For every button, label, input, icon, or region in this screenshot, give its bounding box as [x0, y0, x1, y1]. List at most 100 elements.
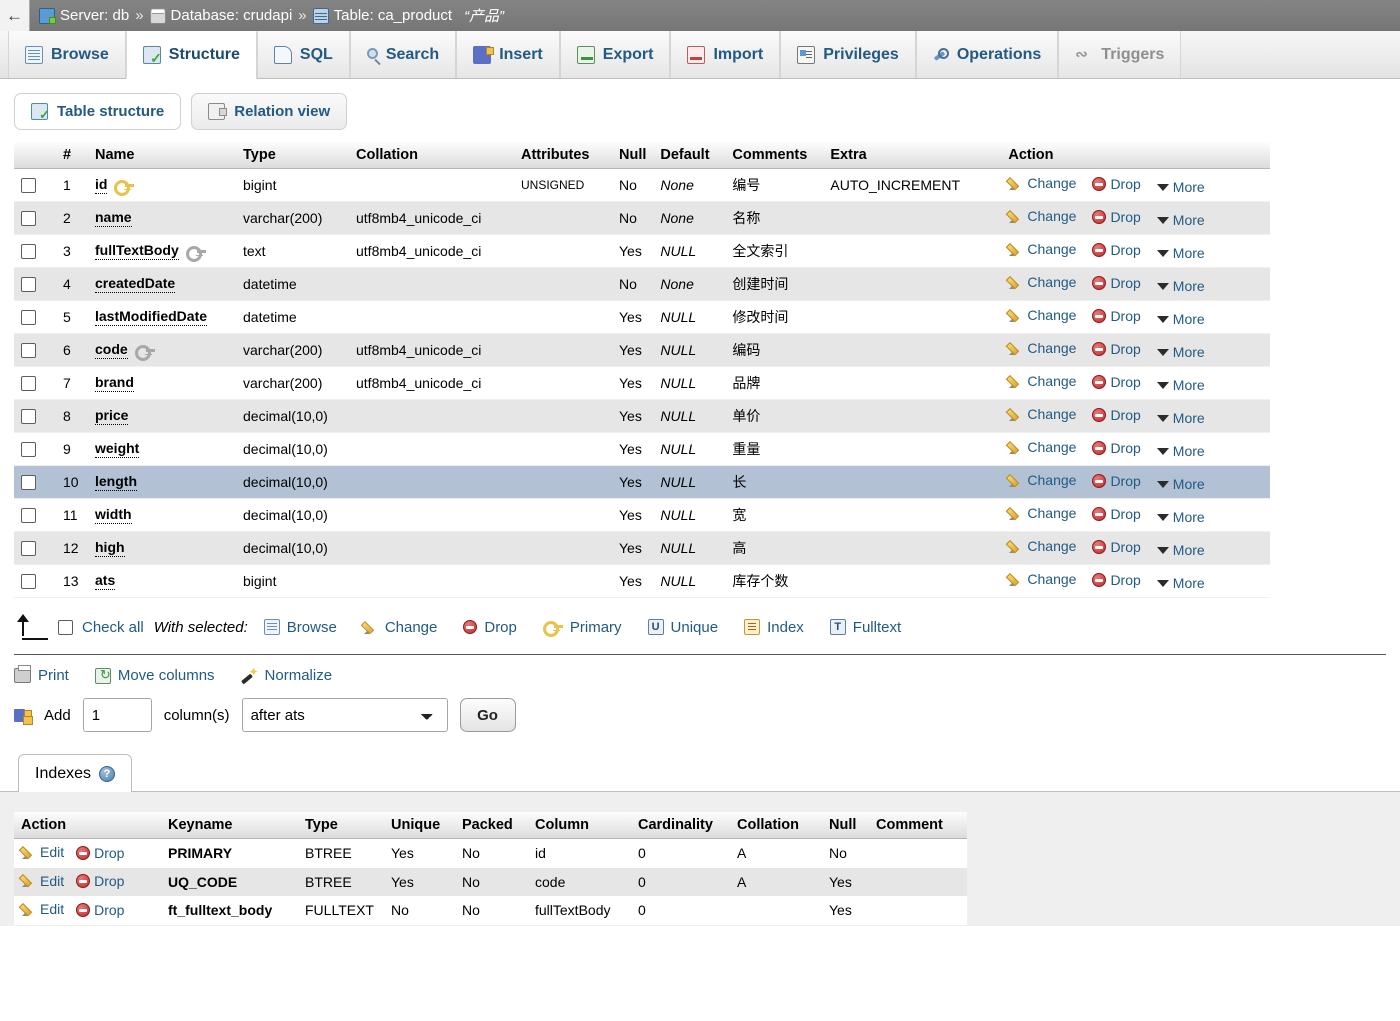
column-name[interactable]: id	[95, 176, 108, 194]
with-selected-fulltext[interactable]: T Fulltext	[829, 619, 901, 636]
tab-browse[interactable]: Browse	[8, 31, 126, 78]
tab-sql[interactable]: SQL	[256, 31, 350, 78]
row-select-cell[interactable]	[14, 168, 56, 202]
row-select-cell[interactable]	[14, 201, 56, 235]
row-name-cell[interactable]: weight	[88, 432, 236, 466]
index-row[interactable]: Edit Drop UQ_CODE BTREE Yes No code 0 A Yes	[14, 867, 967, 896]
structure-row[interactable]: 2 name varchar(200) utf8mb4_unicode_ci No Non…	[14, 201, 1270, 235]
go-button[interactable]: Go	[459, 698, 516, 732]
tab-import[interactable]: Import	[670, 31, 781, 78]
change-action[interactable]: Change	[1008, 340, 1076, 356]
column-name[interactable]: code	[95, 341, 128, 359]
change-action[interactable]: Change	[1008, 538, 1076, 554]
row-checkbox[interactable]	[21, 442, 36, 458]
structure-row[interactable]: 4 createdDate datetime No None 创建时间 Change Drop…	[14, 267, 1270, 301]
index-edit-action[interactable]: Edit	[21, 844, 64, 860]
index-drop-action[interactable]: Drop	[76, 845, 124, 861]
with-selected-drop[interactable]: Drop	[463, 619, 517, 636]
drop-action[interactable]: Drop	[1092, 341, 1141, 357]
change-action[interactable]: Change	[1008, 571, 1076, 587]
row-select-cell[interactable]	[14, 234, 56, 268]
row-checkbox[interactable]	[21, 475, 36, 491]
drop-action[interactable]: Drop	[1092, 275, 1141, 291]
column-header-collation[interactable]: Collation	[349, 142, 514, 169]
more-action[interactable]: More	[1156, 245, 1205, 261]
row-name-cell[interactable]: length	[88, 465, 236, 499]
drop-action[interactable]: Drop	[1092, 473, 1141, 489]
help-icon[interactable]: ?	[99, 766, 116, 782]
with-selected-browse[interactable]: Browse	[263, 619, 337, 636]
index-drop-action[interactable]: Drop	[76, 873, 124, 889]
breadcrumb-server[interactable]: Server: db	[39, 7, 129, 24]
change-action[interactable]: Change	[1008, 439, 1076, 455]
back-button[interactable]: ←	[0, 0, 30, 31]
index-edit-action[interactable]: Edit	[21, 901, 64, 917]
more-action[interactable]: More	[1156, 278, 1205, 294]
structure-row[interactable]: 10 length decimal(10,0) Yes NULL 长 Change Drop M…	[14, 465, 1270, 499]
row-checkbox[interactable]	[21, 574, 36, 590]
drop-action[interactable]: Drop	[1092, 242, 1141, 258]
drop-action[interactable]: Drop	[1092, 440, 1141, 456]
column-name[interactable]: high	[95, 539, 125, 557]
row-name-cell[interactable]: high	[88, 531, 236, 565]
tab-search[interactable]: Search	[349, 31, 457, 78]
with-selected-primary[interactable]: Primary	[542, 619, 622, 637]
column-name[interactable]: length	[95, 473, 137, 491]
row-name-cell[interactable]: createdDate	[88, 267, 236, 301]
row-checkbox[interactable]	[21, 409, 36, 425]
change-action[interactable]: Change	[1008, 505, 1076, 521]
drop-action[interactable]: Drop	[1092, 572, 1141, 588]
column-name[interactable]: lastModifiedDate	[95, 308, 208, 326]
column-name[interactable]: weight	[95, 440, 140, 458]
index-row[interactable]: Edit Drop PRIMARY BTREE Yes No id 0 A No	[14, 838, 967, 868]
row-name-cell[interactable]: lastModifiedDate	[88, 300, 236, 334]
column-header-comments[interactable]: Comments	[725, 142, 824, 169]
change-action[interactable]: Change	[1008, 472, 1076, 488]
tab-triggers[interactable]: ∾ Triggers	[1058, 31, 1182, 78]
print-button[interactable]: Print	[14, 665, 69, 684]
change-action[interactable]: Change	[1008, 307, 1076, 323]
row-checkbox[interactable]	[21, 541, 36, 557]
structure-row[interactable]: 5 lastModifiedDate datetime Yes NULL 修改时间 Chan…	[14, 300, 1270, 334]
row-name-cell[interactable]: name	[88, 201, 236, 235]
structure-row[interactable]: 8 price decimal(10,0) Yes NULL 单价 Change Drop Mo…	[14, 399, 1270, 433]
with-selected-change[interactable]: Change	[363, 619, 437, 636]
column-header-null[interactable]: Null	[612, 142, 654, 169]
structure-row[interactable]: 1 id bigint UNSIGNED No None 编号 AUTO_INCREMENT C…	[14, 168, 1270, 202]
row-select-cell[interactable]	[14, 432, 56, 466]
structure-row[interactable]: 11 width decimal(10,0) Yes NULL 宽 Change Drop Mo…	[14, 498, 1270, 532]
more-action[interactable]: More	[1156, 311, 1205, 327]
structure-row[interactable]: 6 code varchar(200) utf8mb4_unicode_ci Yes NU…	[14, 333, 1270, 367]
row-select-cell[interactable]	[14, 300, 56, 334]
column-header-name[interactable]: Name	[88, 142, 236, 169]
tab-operations[interactable]: Operations	[915, 31, 1059, 78]
row-checkbox[interactable]	[21, 178, 36, 194]
more-action[interactable]: More	[1156, 212, 1205, 228]
structure-row[interactable]: 3 fullTextBody text utf8mb4_unicode_ci Yes NU…	[14, 234, 1270, 268]
more-action[interactable]: More	[1156, 509, 1205, 525]
row-select-cell[interactable]	[14, 399, 56, 433]
index-drop-action[interactable]: Drop	[76, 902, 124, 918]
row-name-cell[interactable]: code	[88, 333, 236, 367]
more-action[interactable]: More	[1156, 542, 1205, 558]
row-select-cell[interactable]	[14, 531, 56, 565]
index-edit-action[interactable]: Edit	[21, 873, 64, 889]
column-name[interactable]: width	[95, 506, 132, 524]
row-select-cell[interactable]	[14, 465, 56, 499]
index-row[interactable]: Edit Drop ft_fulltext_body FULLTEXT No No full…	[14, 896, 967, 925]
change-action[interactable]: Change	[1008, 406, 1076, 422]
breadcrumb-database[interactable]: Database: crudapi	[149, 7, 292, 24]
row-select-cell[interactable]	[14, 498, 56, 532]
change-action[interactable]: Change	[1008, 208, 1076, 224]
change-action[interactable]: Change	[1008, 373, 1076, 389]
row-checkbox[interactable]	[21, 310, 36, 326]
column-name[interactable]: fullTextBody	[95, 242, 179, 260]
add-column-count-input[interactable]	[82, 698, 152, 732]
more-action[interactable]: More	[1156, 179, 1205, 195]
row-select-cell[interactable]	[14, 366, 56, 400]
drop-action[interactable]: Drop	[1092, 374, 1141, 390]
row-select-cell[interactable]	[14, 564, 56, 598]
row-checkbox[interactable]	[21, 376, 36, 392]
drop-action[interactable]: Drop	[1092, 209, 1141, 225]
row-checkbox[interactable]	[21, 343, 36, 359]
